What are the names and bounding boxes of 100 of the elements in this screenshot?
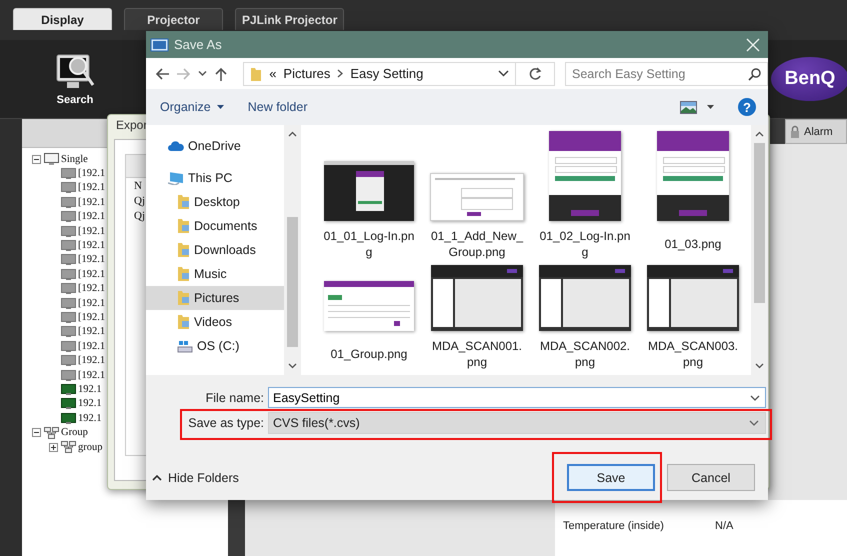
new-folder-button[interactable]: New folder — [248, 100, 308, 114]
search-field[interactable]: Search Easy Setting — [565, 62, 768, 86]
table-cell-text: Qj — [133, 194, 145, 208]
file-name[interactable]: 01_01_Log-In.png — [321, 227, 417, 261]
folder-icon — [177, 242, 190, 258]
file-name[interactable]: 01_Group.png — [321, 337, 417, 371]
tab[interactable]: Display — [13, 8, 112, 30]
file-name-field[interactable]: EasySetting — [268, 387, 766, 408]
tree-item[interactable]: [192.1 — [78, 340, 106, 352]
tree-item[interactable]: [192.1 — [78, 326, 106, 338]
folder-icon — [177, 266, 190, 282]
nav-item[interactable]: OS (C:) — [146, 334, 284, 358]
tree-item[interactable]: Group — [61, 427, 88, 438]
tree-item[interactable]: group — [78, 442, 102, 452]
network-group-icon — [44, 426, 59, 439]
folder-icon — [250, 66, 262, 82]
back-arrow-icon — [154, 66, 170, 82]
tree-item[interactable]: [192.1 — [78, 268, 106, 280]
close-icon[interactable] — [746, 38, 760, 52]
refresh-button[interactable] — [516, 62, 556, 86]
network-group-icon — [61, 441, 76, 453]
chevron-down-icon[interactable] — [498, 70, 510, 77]
view-options-button[interactable] — [680, 100, 714, 114]
tree-item[interactable]: 192.1 — [78, 398, 102, 410]
breadcrumb-item[interactable]: Easy Setting — [350, 66, 424, 81]
dialog-button[interactable]: Cancel — [667, 464, 755, 491]
hide-folders-button[interactable]: Hide Folders — [152, 470, 239, 484]
tree-item[interactable]: [192.1 — [78, 283, 106, 294]
tree-item[interactable]: [192.1 — [78, 168, 106, 180]
chevron-down-icon — [755, 363, 764, 369]
folder-icon — [177, 290, 190, 306]
dialog-button[interactable]: Save — [567, 464, 655, 491]
folder-icon — [177, 194, 190, 210]
overflow-mark: « — [269, 66, 276, 81]
caret-icon — [216, 105, 224, 109]
file-name[interactable]: MDA_SCAN002.png — [537, 337, 633, 371]
up-arrow-icon — [213, 66, 230, 82]
chevron-down-icon — [749, 420, 759, 426]
chevron-up-icon — [152, 474, 162, 480]
nav-item[interactable]: Downloads — [146, 238, 284, 262]
file-name[interactable]: MDA_SCAN003.png — [645, 337, 741, 371]
folder-icon — [177, 218, 190, 234]
tree-item[interactable]: [192.1 — [78, 312, 106, 323]
nav-item[interactable]: This PC — [146, 166, 284, 190]
nav-item[interactable]: Desktop — [146, 190, 284, 214]
nav-item[interactable]: Documents — [146, 214, 284, 238]
caret-icon — [707, 105, 714, 109]
chevron-right-icon — [337, 69, 344, 78]
tree-item[interactable]: [192.1 — [78, 211, 106, 222]
tree-item[interactable]: [192.1 — [78, 298, 106, 309]
help-button[interactable]: ? — [738, 98, 756, 116]
tree-item[interactable]: [192.1 — [78, 182, 106, 194]
field-label: File name: — [204, 390, 264, 404]
nav-item[interactable]: Pictures — [146, 286, 284, 310]
alarm-tab[interactable]: Alarm — [785, 119, 847, 144]
file-type-dropdown[interactable]: CVS files(*.cvs) — [268, 412, 766, 434]
window-title: Expor — [116, 118, 148, 132]
tab[interactable]: PJLink Projector — [235, 8, 344, 30]
computer-icon — [168, 171, 184, 185]
window-title: Save As — [174, 37, 222, 52]
breadcrumb-item[interactable]: Pictures — [283, 66, 330, 81]
refresh-icon — [528, 66, 542, 80]
chevron-up-icon — [288, 131, 297, 137]
status-value: N/A — [715, 520, 734, 532]
tree-item[interactable]: [192.1 — [78, 254, 106, 266]
file-name[interactable]: 01_03.png — [645, 227, 741, 261]
tree-item[interactable]: 192.1 — [78, 412, 102, 424]
field-label: Save as type: — [187, 416, 264, 430]
file-name[interactable]: MDA_SCAN001.png — [429, 337, 525, 371]
drive-icon — [177, 340, 193, 352]
folder-icon — [177, 314, 190, 330]
file-name[interactable]: 01_02_Log-In.png — [537, 227, 633, 261]
chevron-up-icon — [755, 131, 764, 137]
logo: BenQ — [771, 57, 847, 101]
tab[interactable]: Projector — [124, 8, 223, 30]
table-cell-text: N — [133, 178, 142, 193]
chevron-down-icon — [198, 70, 208, 77]
collapse-icon[interactable] — [32, 428, 40, 438]
address-bar[interactable]: « Pictures Easy Setting — [243, 62, 516, 86]
chevron-down-icon — [750, 395, 760, 401]
organize-menu[interactable]: Organize — [160, 100, 224, 114]
nav-item[interactable]: OneDrive — [146, 134, 284, 158]
expand-icon[interactable] — [48, 442, 58, 452]
collapse-icon[interactable] — [32, 154, 40, 164]
tree-item[interactable]: [192.1 — [78, 355, 106, 366]
tree-item[interactable]: [192.1 — [78, 226, 106, 237]
nav-item[interactable]: Videos — [146, 310, 284, 334]
search-tool-button[interactable]: Search — [42, 52, 108, 106]
tree-item[interactable]: [192.1 — [78, 196, 106, 208]
window-icon — [150, 36, 170, 52]
forward-arrow-icon — [176, 66, 192, 82]
tree-item[interactable]: [192.1 — [78, 240, 106, 252]
cloud-icon — [168, 140, 184, 152]
tree-item[interactable]: [192.1 — [78, 370, 106, 381]
nav-item[interactable]: Music — [146, 262, 284, 286]
file-name[interactable]: 01_1_Add_New_Group.png — [429, 227, 525, 261]
tree-item[interactable]: Single — [61, 154, 88, 165]
tree-item[interactable]: 192.1 — [78, 384, 102, 395]
monitor-icon — [44, 153, 59, 166]
chevron-down-icon — [288, 363, 297, 369]
